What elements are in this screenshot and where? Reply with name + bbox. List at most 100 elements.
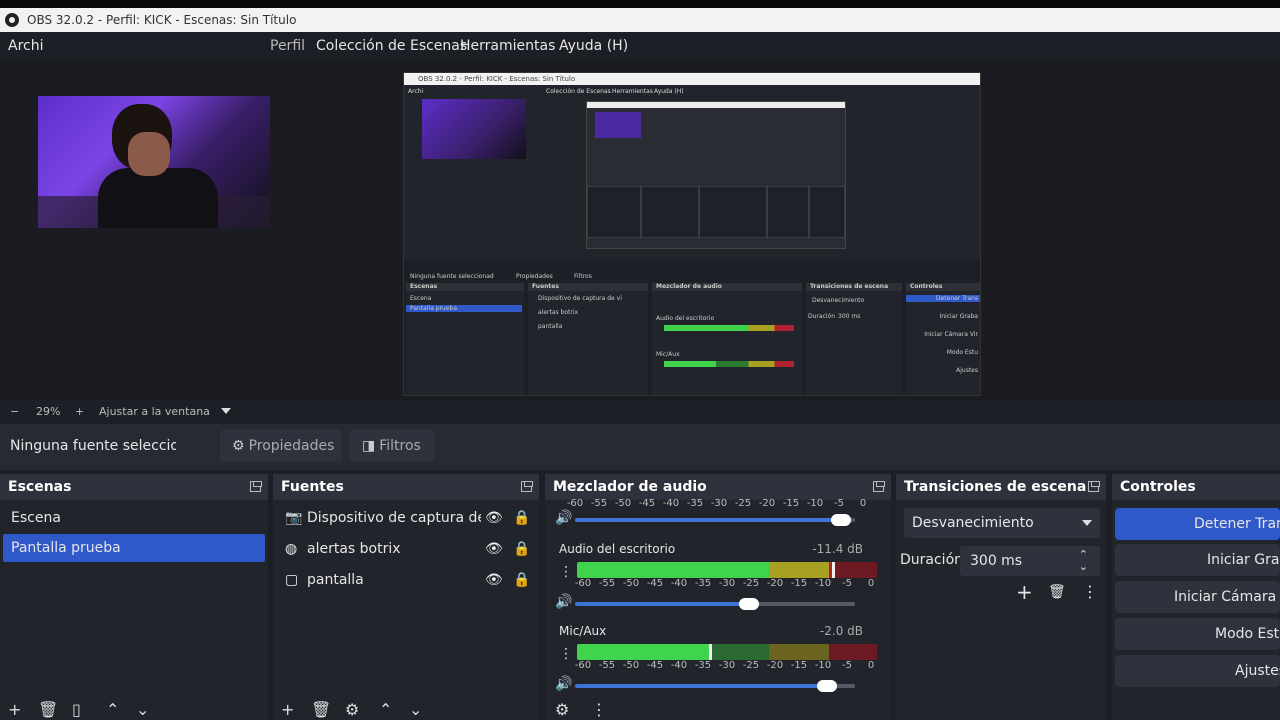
studio-mode-label: Modo Estudi [1215, 626, 1280, 642]
scale-tick-label: -35 [694, 660, 712, 671]
add-source-icon[interactable]: + [281, 700, 294, 719]
kebab-menu-icon[interactable]: ⋮ [559, 564, 573, 580]
zoom-value: 29% [36, 405, 61, 418]
scale-tick-label: -40 [670, 660, 688, 671]
studio-mode-button[interactable]: Modo Estudi [1115, 618, 1280, 650]
stop-streaming-button[interactable]: Detener Transm [1115, 508, 1280, 540]
sources-dock-header: Fuentes [273, 474, 539, 500]
speaker-icon[interactable]: 🔊 [555, 510, 572, 526]
kebab-menu-icon[interactable]: ⋮ [591, 700, 607, 719]
source-item[interactable]: 📷 Dispositivo de captura de vi 👁 🔒 [283, 504, 537, 532]
eye-icon[interactable]: 👁 [485, 504, 503, 532]
nested-obs-preview: OBS 32.0.2 - Perfil: KICK - Escenas: Sin… [403, 72, 981, 396]
zoom-dropdown-icon[interactable] [221, 408, 231, 414]
trash-icon[interactable]: 🗑 [311, 700, 331, 719]
scale-tick-label: -55 [598, 578, 616, 589]
move-down-icon[interactable]: ⌄ [136, 700, 149, 719]
scene-filters-icon[interactable]: ▯ [72, 700, 81, 719]
volume-slider[interactable]: 🔊 [555, 510, 865, 528]
duration-value: 300 ms [970, 553, 1023, 569]
properties-button[interactable]: ⚙ Propiedades [220, 430, 342, 462]
webcam-overlay [38, 96, 270, 228]
transition-select[interactable]: Desvanecimiento [904, 508, 1100, 538]
undock-icon[interactable] [1088, 481, 1100, 492]
nested-menu-item: Herramientas [612, 88, 653, 95]
source-item[interactable]: ▢ pantalla 👁 🔒 [283, 566, 537, 594]
settings-label: Ajustes [1235, 663, 1280, 679]
trash-icon[interactable]: 🗑 [38, 700, 58, 719]
source-toolbar: Ninguna fuente seleccionad ⚙ Propiedades… [0, 424, 1280, 470]
scale-tick-label: -25 [734, 498, 752, 509]
duration-spinbox[interactable]: 300 ms ⌃ ⌄ [960, 546, 1100, 576]
duration-label: Duración [900, 552, 964, 568]
scale-tick-label: -10 [814, 578, 832, 589]
source-item[interactable]: ◍ alertas botrix 👁 🔒 [283, 535, 537, 563]
transitions-title: Transiciones de escena [904, 479, 1087, 495]
kebab-menu-icon[interactable]: ⋮ [1082, 582, 1098, 601]
volume-slider[interactable]: 🔊 [555, 676, 865, 694]
transitions-dock-header: Transiciones de escena [896, 474, 1106, 500]
lock-icon[interactable]: 🔒 [513, 566, 530, 594]
add-scene-icon[interactable]: + [8, 700, 21, 719]
settings-button[interactable]: Ajustes [1115, 655, 1280, 687]
add-transition-icon[interactable]: + [1016, 580, 1033, 604]
scene-item-selected[interactable]: Pantalla prueba [3, 534, 265, 562]
mixer-title: Mezclador de audio [553, 479, 707, 495]
volume-slider[interactable]: 🔊 [555, 594, 865, 612]
screen-top-edge [0, 0, 1280, 8]
scenes-dock: Escenas Escena Pantalla prueba + 🗑 ▯ ⌃ ⌄ [0, 474, 268, 720]
scale-tick-label: -20 [758, 498, 776, 509]
scale-tick-label: -30 [710, 498, 728, 509]
nested-filters: Filtros [574, 273, 592, 280]
nested-menu: Archi Colección de Escenas Herramientas … [404, 86, 980, 98]
menu-file[interactable]: Archi [8, 38, 44, 54]
spin-down-icon[interactable]: ⌄ [1079, 552, 1088, 582]
move-up-icon[interactable]: ⌃ [379, 700, 392, 719]
scale-tick-label: 0 [867, 660, 875, 671]
advanced-audio-icon[interactable]: ⚙ [555, 700, 569, 719]
chevron-down-icon [1082, 520, 1092, 526]
nested-preview-level2 [586, 101, 846, 249]
scale-tick-label: -5 [842, 660, 852, 671]
nested-scenes-panel: Escenas Escena Pantalla prueba [406, 283, 524, 395]
nested-title: OBS 32.0.2 - Perfil: KICK - Escenas: Sin… [404, 73, 980, 85]
start-virtual-camera-button[interactable]: Iniciar Cámara Virt [1115, 581, 1280, 613]
move-down-icon[interactable]: ⌄ [409, 700, 422, 719]
scale-tick-label: -45 [646, 578, 664, 589]
zoom-in-button[interactable]: + [75, 405, 84, 418]
undock-icon[interactable] [521, 481, 533, 492]
scale-tick-label: -35 [694, 578, 712, 589]
undock-icon[interactable] [873, 481, 885, 492]
trash-icon[interactable]: 🗑 [1048, 584, 1066, 600]
menu-tools[interactable]: Herramientas [460, 38, 555, 54]
lock-icon[interactable]: 🔒 [513, 535, 530, 563]
source-name: pantalla [307, 572, 364, 588]
scale-tick-label: -5 [834, 498, 844, 509]
nested-transitions-panel: Transiciones de escena Desvanecimiento D… [806, 283, 902, 395]
menu-scene-collection[interactable]: Colección de Escenas [316, 38, 467, 54]
lock-icon[interactable]: 🔒 [513, 504, 530, 532]
menu-help[interactable]: Ayuda (H) [559, 38, 628, 54]
scene-item[interactable]: Escena [3, 504, 265, 532]
filters-label: Filtros [379, 438, 421, 454]
controls-title: Controles [1120, 479, 1196, 495]
undock-icon[interactable] [250, 481, 262, 492]
controls-dock-header: Controles [1112, 474, 1280, 500]
zoom-bar: − 29% + Ajustar a la ventana [0, 400, 1280, 424]
virtual-camera-label: Iniciar Cámara Virt [1174, 589, 1280, 605]
eye-icon[interactable]: 👁 [485, 535, 503, 563]
speaker-icon[interactable]: 🔊 [555, 594, 572, 610]
filters-button[interactable]: ◨ Filtros [350, 430, 434, 462]
nested-sources-panel: Fuentes Dispositivo de captura de vi ale… [528, 283, 648, 395]
eye-icon[interactable]: 👁 [485, 566, 503, 594]
start-recording-button[interactable]: Iniciar Grabac [1115, 544, 1280, 576]
move-up-icon[interactable]: ⌃ [106, 700, 119, 719]
menu-profile[interactable]: Perfil [270, 38, 305, 54]
kebab-menu-icon[interactable]: ⋮ [559, 646, 573, 662]
zoom-fit-label[interactable]: Ajustar a la ventana [99, 405, 210, 418]
scale-tick-label: -60 [566, 498, 584, 509]
program-preview[interactable]: OBS 32.0.2 - Perfil: KICK - Escenas: Sin… [0, 60, 1280, 400]
gear-icon[interactable]: ⚙ [345, 700, 359, 719]
speaker-icon[interactable]: 🔊 [555, 676, 572, 692]
zoom-out-button[interactable]: − [10, 405, 19, 418]
